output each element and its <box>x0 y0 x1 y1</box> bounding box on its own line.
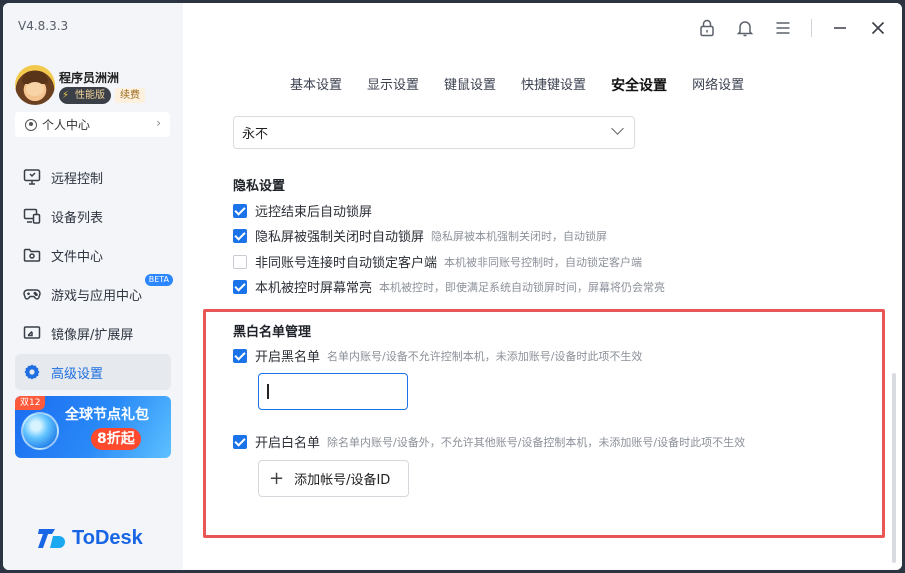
text-caret <box>267 384 269 399</box>
lock-timeout-select[interactable]: 永不 <box>233 116 635 149</box>
sidebar-item-label: 远程控制 <box>51 171 104 187</box>
privacy-option-lock-on-privacy-close[interactable]: 隐私屏被强制关闭时自动锁屏 隐私屏被本机强制关闭时，自动锁屏 <box>233 226 607 245</box>
checkbox-checked[interactable] <box>233 228 247 243</box>
settings-tabs: 基本设置 显示设置 键鼠设置 快捷键设置 安全设置 网络设置 <box>290 77 769 95</box>
option-label: 非同账号连接时自动锁定客户端 <box>255 256 438 271</box>
checkbox-checked[interactable] <box>233 434 247 449</box>
sidebar-item-label: 镜像屏/扩展屏 <box>51 327 134 343</box>
logo-text: ToDesk <box>72 526 143 549</box>
select-value: 永不 <box>242 127 269 142</box>
gear-icon <box>24 364 40 380</box>
sidebar-item-file-center[interactable]: 文件中心 <box>15 237 171 273</box>
sidebar-item-mirror-screen[interactable]: 镜像屏/扩展屏 <box>15 315 171 351</box>
option-label: 开启黑名单 <box>255 350 321 365</box>
app-window: V4.8.3.3 程序员洲洲 性能版 续费 个人中心 › 远程控制 <box>3 3 902 570</box>
folder-icon <box>23 248 41 262</box>
mirror-screen-icon <box>23 326 41 339</box>
tab-shortcuts[interactable]: 快捷键设置 <box>521 77 586 95</box>
sidebar-item-label: 游戏与应用中心 <box>51 288 143 304</box>
checkbox-checked[interactable] <box>233 203 247 218</box>
scrollbar[interactable] <box>892 373 896 563</box>
sidebar-item-device-list[interactable]: 设备列表 <box>15 198 171 234</box>
checkbox-checked[interactable] <box>233 279 247 294</box>
monitor-icon <box>23 169 41 185</box>
todesk-logo: ToDesk <box>38 526 143 550</box>
option-label: 本机被控时屏幕常亮 <box>255 281 373 296</box>
globe-icon <box>21 412 59 450</box>
avatar[interactable] <box>15 65 55 105</box>
tab-basic[interactable]: 基本设置 <box>290 77 342 95</box>
sidebar-item-label: 文件中心 <box>51 249 104 265</box>
option-label: 远控结束后自动锁屏 <box>255 205 373 220</box>
sidebar-nav: 远程控制 设备列表 文件中心 游戏与应用中心 BETA 镜像屏/扩展屏 高级设置 <box>15 159 173 393</box>
title-bar-divider <box>811 19 812 37</box>
whitelist-toggle[interactable]: 开启白名单 除名单内账号/设备外，不允许其他账号/设备控制本机，未添加账号/设备… <box>233 432 745 451</box>
personal-center-label: 个人中心 <box>42 118 91 132</box>
option-label: 开启白名单 <box>255 436 321 451</box>
title-bar-controls <box>679 18 888 38</box>
tab-keyboard-mouse[interactable]: 键鼠设置 <box>444 77 496 95</box>
sidebar-item-label: 设备列表 <box>51 210 104 226</box>
privacy-option-screen-always-on[interactable]: 本机被控时屏幕常亮 本机被控时，即使满足系统自动锁屏时间，屏幕将仍会常亮 <box>233 277 665 296</box>
minimize-icon[interactable] <box>830 18 850 38</box>
gamepad-icon <box>23 289 41 300</box>
chevron-right-icon: › <box>156 116 161 130</box>
privacy-option-lock-client-other-account[interactable]: 非同账号连接时自动锁定客户端 本机被非同账号控制时，自动锁定客户端 <box>233 252 642 271</box>
personal-center-button[interactable]: 个人中心 › <box>15 112 170 137</box>
username: 程序员洲洲 <box>59 71 120 85</box>
sidebar-item-label: 高级设置 <box>51 366 104 382</box>
checkbox-checked[interactable] <box>233 348 247 363</box>
main-panel: 基本设置 显示设置 键鼠设置 快捷键设置 安全设置 网络设置 永不 隐私设置 远… <box>183 3 902 570</box>
option-hint: 本机被非同账号控制时，自动锁定客户端 <box>444 255 643 269</box>
sidebar: V4.8.3.3 程序员洲洲 性能版 续费 个人中心 › 远程控制 <box>3 3 183 570</box>
plus-icon: + <box>269 467 285 489</box>
highlight-box <box>203 309 885 538</box>
sidebar-item-remote-control[interactable]: 远程控制 <box>15 159 171 195</box>
promo-tag: 双12 <box>15 396 46 410</box>
option-hint: 除名单内账号/设备外，不允许其他账号/设备控制本机，未添加账号/设备时此项不生效 <box>327 435 746 449</box>
promo-discount: 8折起 <box>91 428 141 450</box>
chevron-down-icon <box>611 122 624 135</box>
sidebar-item-game-app-center[interactable]: 游戏与应用中心 BETA <box>15 274 173 312</box>
option-hint: 隐私屏被本机强制关闭时，自动锁屏 <box>431 229 608 243</box>
add-account-device-button[interactable]: + 添加帐号/设备ID <box>258 460 409 497</box>
sidebar-item-advanced-settings[interactable]: 高级设置 <box>15 354 171 390</box>
option-hint: 名单内账号/设备不允许控制本机，未添加账号/设备时此项不生效 <box>327 349 643 363</box>
tab-network[interactable]: 网络设置 <box>692 77 744 95</box>
option-label: 隐私屏被强制关闭时自动锁屏 <box>255 230 425 245</box>
tab-display[interactable]: 显示设置 <box>367 77 419 95</box>
renew-badge[interactable]: 续费 <box>115 88 145 103</box>
tab-security[interactable]: 安全设置 <box>611 77 667 95</box>
privacy-option-lock-after-remote[interactable]: 远控结束后自动锁屏 <box>233 201 372 220</box>
promo-title: 全球节点礼包 <box>65 407 149 423</box>
button-label: 添加帐号/设备ID <box>294 473 391 488</box>
todesk-logo-icon <box>38 529 65 548</box>
beta-badge: BETA <box>144 274 173 286</box>
blackwhite-section-title: 黑白名单管理 <box>233 325 312 340</box>
promo-banner[interactable]: 双12 全球节点礼包 8折起 <box>15 396 171 458</box>
option-hint: 本机被控时，即使满足系统自动锁屏时间，屏幕将仍会常亮 <box>379 280 666 294</box>
menu-icon[interactable] <box>773 18 793 38</box>
blacklist-input[interactable] <box>258 373 408 410</box>
blacklist-toggle[interactable]: 开启黑名单 名单内账号/设备不允许控制本机，未添加账号/设备时此项不生效 <box>233 346 642 365</box>
close-icon[interactable] <box>868 18 888 38</box>
performance-badge: 性能版 <box>59 87 111 104</box>
user-icon <box>25 118 37 131</box>
privacy-section-title: 隐私设置 <box>233 179 286 194</box>
bell-icon[interactable] <box>735 18 755 38</box>
devices-icon <box>23 208 41 224</box>
checkbox-unchecked[interactable] <box>233 254 247 269</box>
lock-icon[interactable] <box>697 18 717 38</box>
version-label: V4.8.3.3 <box>18 19 69 33</box>
